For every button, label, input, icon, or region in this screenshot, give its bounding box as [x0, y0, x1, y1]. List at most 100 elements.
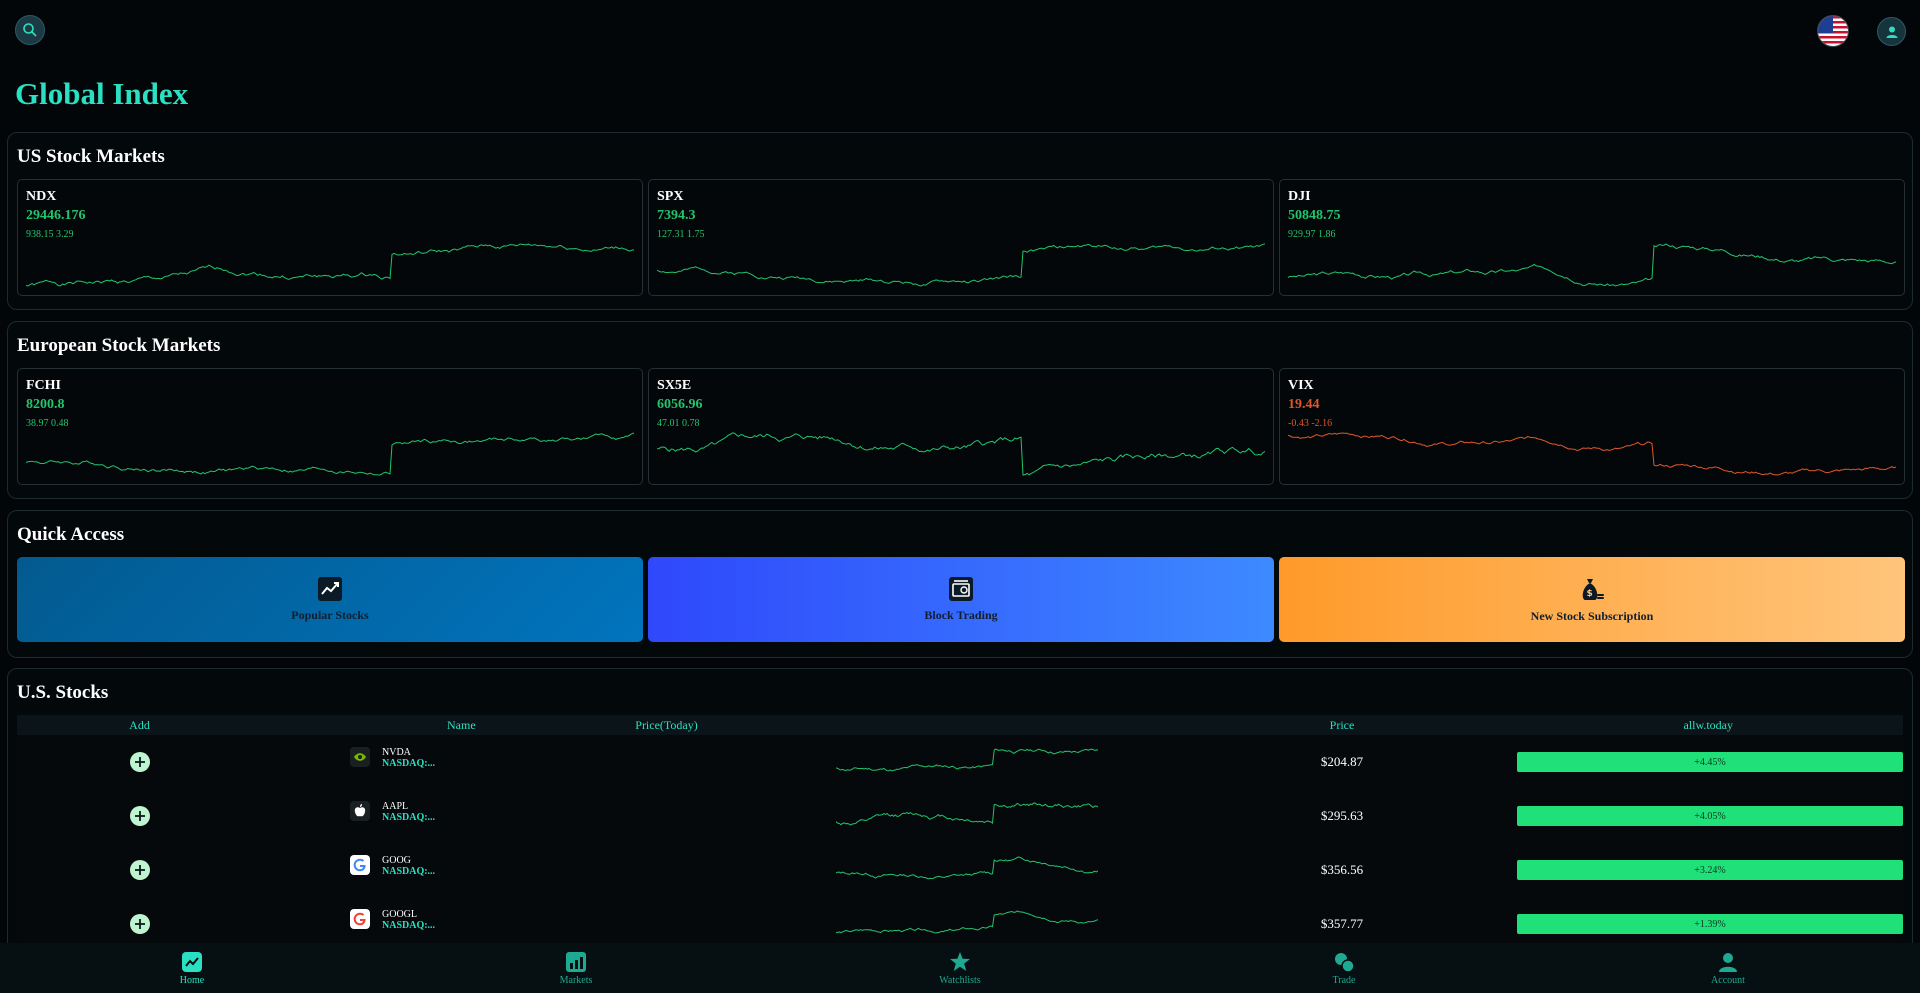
- quick-access-label: New Stock Subscription: [1530, 609, 1654, 623]
- quick-access-label: Block Trading: [924, 608, 998, 622]
- block-trading-button[interactable]: Block Trading: [648, 557, 1274, 642]
- nav-markets[interactable]: Markets: [384, 943, 768, 993]
- nav-watchlists[interactable]: Watchlists: [768, 943, 1152, 993]
- stock-price: $295.63: [1320, 808, 1364, 823]
- column-header-change: allw.today: [1683, 717, 1733, 732]
- stock-exchange: NASDAQ:...: [382, 812, 436, 823]
- table-row[interactable]: GOOG NASDAQ:... $356.56 +3.24%: [17, 843, 1903, 897]
- top-bar: [0, 0, 1920, 60]
- index-change: 929.97 1.86: [1288, 229, 1336, 240]
- search-icon: [23, 23, 37, 37]
- us-stocks-section: U.S. Stocks Add Name Price(Today) Price …: [7, 668, 1913, 958]
- add-to-watchlist-button[interactable]: [129, 752, 150, 772]
- eu-markets-section: European Stock Markets FCHI 8200.8 38.97…: [7, 321, 1913, 499]
- stock-price: $204.87: [1320, 754, 1364, 769]
- sparkline-path: [836, 802, 1098, 826]
- stocks-table: Add Name Price(Today) Price allw.today N…: [17, 715, 1903, 951]
- index-card-spx[interactable]: SPX 7394.3 127.31 1.75: [648, 179, 1274, 296]
- index-sparkline: [26, 432, 634, 476]
- bottom-navigation: Home Markets Watchlists Trade Account: [0, 943, 1920, 993]
- popular-stocks-button[interactable]: Popular Stocks: [17, 557, 643, 642]
- index-card-fchi[interactable]: FCHI 8200.8 38.97 0.48: [17, 368, 643, 485]
- index-card-vix[interactable]: VIX 19.44 -0.43 -2.16: [1279, 368, 1905, 485]
- stock-sparkline: [836, 748, 1098, 772]
- nav-account[interactable]: Account: [1536, 943, 1920, 993]
- stock-exchange: NASDAQ:...: [382, 866, 436, 877]
- nav-label: Home: [179, 974, 205, 986]
- nav-trade[interactable]: Trade: [1152, 943, 1536, 993]
- index-sparkline: [657, 243, 1265, 287]
- index-change: -0.43 -2.16: [1288, 418, 1333, 429]
- nav-label: Watchlists: [939, 974, 981, 986]
- markets-icon: [566, 951, 586, 972]
- svg-text:$: $: [1587, 589, 1593, 599]
- change-percent-badge: +1.39%: [1517, 914, 1903, 934]
- stock-ticker: AAPL: [382, 801, 409, 812]
- index-card-sx5e[interactable]: SX5E 6056.96 47.01 0.78: [648, 368, 1274, 485]
- index-symbol: DJI: [1288, 189, 1311, 204]
- index-card-ndx[interactable]: NDX 29446.176 938.15 3.29: [17, 179, 643, 296]
- us-flag-icon: [1818, 16, 1848, 46]
- nav-home[interactable]: Home: [0, 943, 384, 993]
- block-trading-icon: [949, 577, 973, 601]
- account-icon: [1719, 952, 1737, 972]
- table-row[interactable]: NVDA NASDAQ:... $204.87 +4.45%: [17, 735, 1903, 789]
- plus-icon: [134, 757, 145, 767]
- stock-exchange: NASDAQ:...: [382, 920, 436, 931]
- stock-price: $357.77: [1320, 916, 1364, 931]
- index-symbol: NDX: [26, 189, 57, 204]
- user-icon: [1886, 26, 1897, 38]
- index-price: 29446.176: [26, 208, 86, 223]
- index-price: 19.44: [1288, 397, 1320, 412]
- stock-price: $356.56: [1320, 862, 1364, 877]
- watchlist-star-icon: [950, 951, 970, 971]
- sparkline-path: [836, 856, 1098, 880]
- stock-ticker: GOOG: [382, 855, 411, 866]
- plus-icon: [134, 865, 145, 875]
- nav-label: Markets: [559, 974, 593, 986]
- google-logo-icon: [350, 855, 370, 875]
- profile-button[interactable]: [1877, 17, 1906, 46]
- language-flag-button[interactable]: [1817, 15, 1849, 47]
- index-sparkline: [657, 432, 1265, 476]
- index-sparkline: [1288, 432, 1896, 476]
- stock-sparkline: [836, 802, 1098, 826]
- nav-label: Trade: [1332, 974, 1356, 986]
- index-symbol: VIX: [1288, 378, 1314, 393]
- google-logo-icon: [350, 909, 370, 929]
- add-to-watchlist-button[interactable]: [129, 860, 150, 880]
- stock-sparkline: [836, 856, 1098, 880]
- trade-icon: [1335, 952, 1355, 973]
- section-title: U.S. Stocks: [17, 682, 109, 703]
- section-title: Quick Access: [17, 524, 125, 545]
- section-title: European Stock Markets: [17, 335, 221, 356]
- quick-access-section: Quick Access Popular Stocks Block Tradin…: [7, 510, 1913, 658]
- plus-icon: [134, 811, 145, 821]
- sparkline-path: [836, 748, 1098, 772]
- table-row[interactable]: AAPL NASDAQ:... $295.63 +4.05%: [17, 789, 1903, 843]
- trend-chart-icon: [318, 577, 342, 601]
- sparkline-path: [1288, 243, 1896, 287]
- money-bag-icon: $: [1582, 579, 1604, 600]
- new-stock-subscription-button[interactable]: $ New Stock Subscription: [1279, 557, 1905, 642]
- stock-exchange: NASDAQ:...: [382, 758, 436, 769]
- sparkline-path: [657, 432, 1265, 476]
- quick-access-label: Popular Stocks: [291, 608, 369, 622]
- change-percent-badge: +4.05%: [1517, 806, 1903, 826]
- plus-icon: [134, 919, 145, 929]
- stock-ticker: GOOGL: [382, 909, 417, 920]
- table-header: Add Name Price(Today) Price allw.today: [17, 715, 1903, 735]
- search-button[interactable]: [15, 15, 45, 45]
- us-markets-section: US Stock Markets NDX 29446.176 938.15 3.…: [7, 132, 1913, 310]
- index-sparkline: [1288, 243, 1896, 287]
- index-card-dji[interactable]: DJI 50848.75 929.97 1.86: [1279, 179, 1905, 296]
- add-to-watchlist-button[interactable]: [129, 806, 150, 826]
- index-change: 38.97 0.48: [26, 418, 69, 429]
- add-to-watchlist-button[interactable]: [129, 914, 150, 934]
- stock-ticker: NVDA: [382, 747, 411, 758]
- index-price: 50848.75: [1288, 208, 1341, 223]
- stock-sparkline: [836, 910, 1098, 934]
- apple-logo-icon: [350, 801, 370, 821]
- index-price: 7394.3: [657, 208, 696, 223]
- change-percent-badge: +3.24%: [1517, 860, 1903, 880]
